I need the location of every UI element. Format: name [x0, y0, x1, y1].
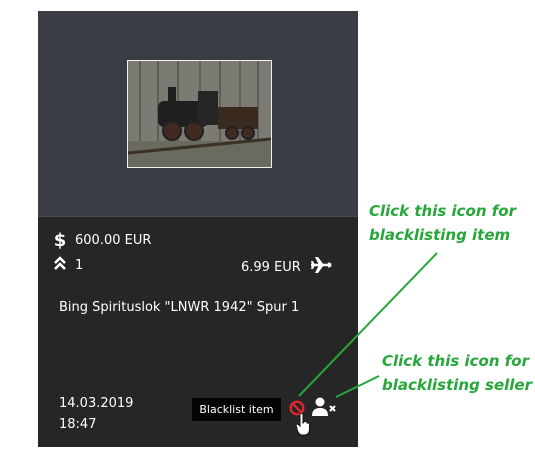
annotation-blacklist-seller: Click this icon for blacklisting seller — [382, 349, 532, 397]
annotation-blacklist-item: Click this icon for blacklisting item — [369, 199, 516, 247]
annotation-line: Click this icon for — [382, 352, 529, 370]
annotation-line: blacklisting seller — [382, 376, 532, 394]
annotation-line: Click this icon for — [369, 202, 516, 220]
annotation-line: blacklisting item — [369, 226, 511, 244]
arrow-seller — [335, 375, 380, 398]
